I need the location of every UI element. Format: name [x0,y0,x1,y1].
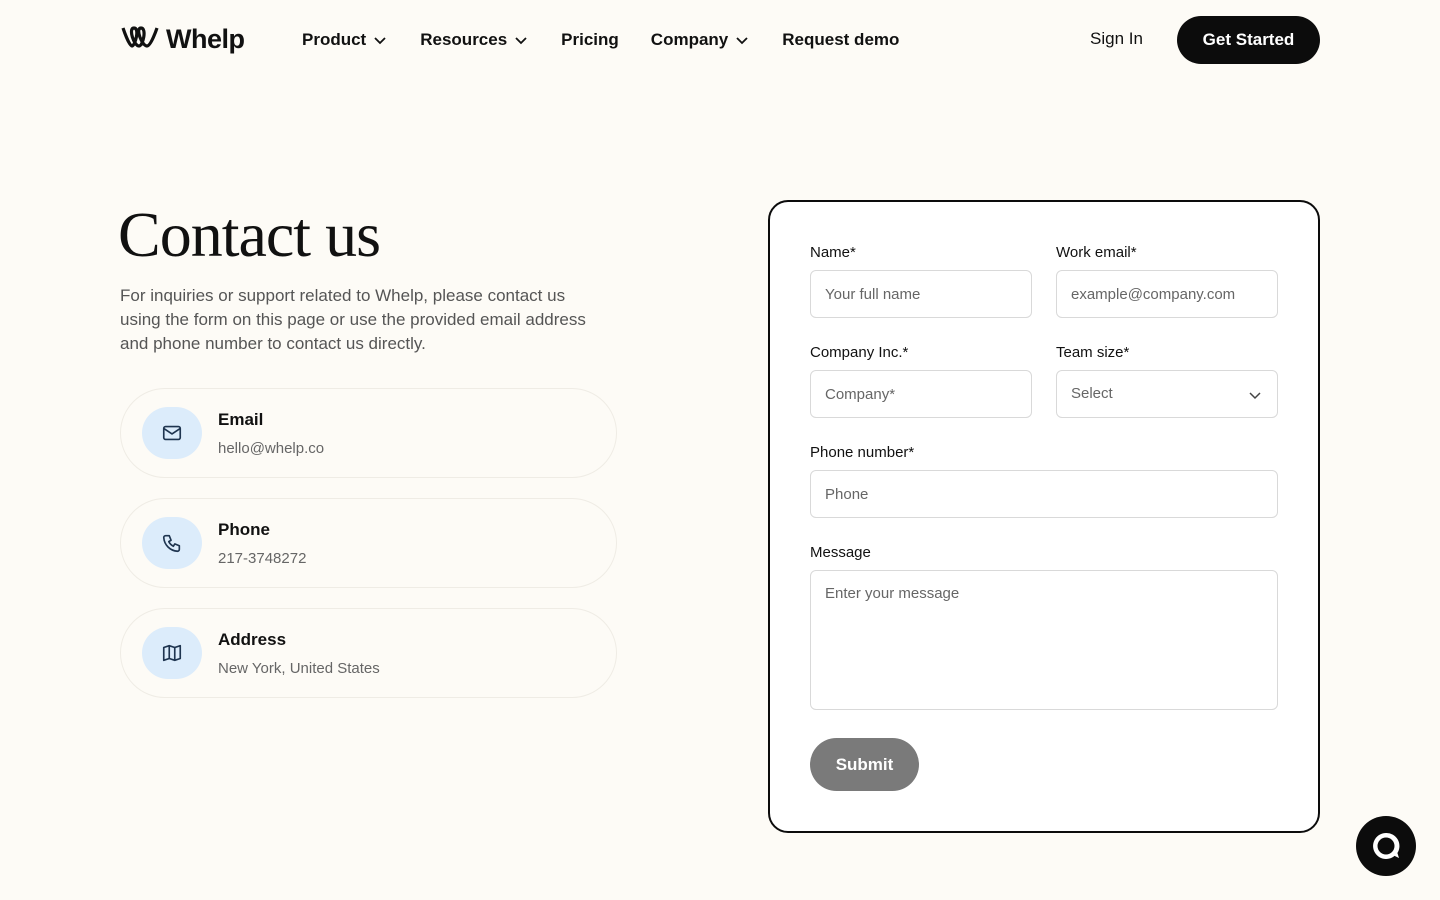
whelp-logo-icon [120,24,160,55]
company-input[interactable] [810,370,1032,418]
sign-in-link[interactable]: Sign In [1090,29,1143,49]
nav-item-request-demo[interactable]: Request demo [782,30,899,50]
contact-label: Address [218,630,287,649]
team-size-select[interactable]: Select [1056,370,1278,418]
contact-value: hello@whelp.co [218,440,325,457]
main-nav: Product Resources Pricing Company Reques… [302,28,899,52]
chevron-down-icon [1249,392,1261,400]
phone-number-input[interactable] [810,470,1278,518]
chevron-down-icon [374,37,386,45]
nav-item-product[interactable]: Product [302,30,388,50]
team-size-value: Select [1071,385,1113,402]
work-email-label: Work email* [1056,244,1137,261]
submit-button[interactable]: Submit [810,738,919,791]
work-email-input[interactable] [1056,270,1278,318]
chevron-down-icon [515,37,527,45]
contact-card-email[interactable]: Email hello@whelp.co [120,388,617,478]
nav-item-company[interactable]: Company [651,30,750,50]
brand-logo[interactable]: Whelp [120,22,245,56]
contact-form: Name* Work email* Company Inc.* Team siz… [768,200,1320,833]
message-textarea[interactable] [810,570,1278,710]
chevron-down-icon [736,37,748,45]
contact-card-phone[interactable]: Phone 217-3748272 [120,498,617,588]
nav-item-label: Request demo [782,30,900,49]
chat-bubble-icon [1373,832,1400,859]
site-header: Whelp Product Resources Pricing Company … [0,0,1440,80]
nav-item-label: Company [650,30,729,49]
name-label: Name* [810,244,856,261]
nav-item-pricing[interactable]: Pricing [561,30,619,50]
nav-item-label: Product [302,30,367,49]
nav-item-label: Resources [420,30,508,49]
contact-card-address[interactable]: Address New York, United States [120,608,617,698]
nav-item-label: Pricing [561,30,619,49]
phone-number-label: Phone number* [810,444,915,461]
nav-item-resources[interactable]: Resources [420,30,529,50]
mail-icon [142,407,202,459]
contact-label: Email [218,410,264,429]
contact-value: 217-3748272 [218,550,307,567]
brand-name: Whelp [166,23,245,54]
name-input[interactable] [810,270,1032,318]
phone-icon [142,517,202,569]
team-size-label: Team size* [1056,344,1130,361]
page-description: For inquiries or support related to Whel… [120,286,586,353]
contact-label: Phone [218,520,270,539]
map-icon [142,627,202,679]
page-title: Contact us [118,199,381,270]
get-started-button[interactable]: Get Started [1177,16,1320,64]
message-label: Message [810,544,871,561]
chat-widget-button[interactable] [1356,816,1416,876]
contact-value: New York, United States [218,660,380,677]
company-label: Company Inc.* [810,344,909,361]
